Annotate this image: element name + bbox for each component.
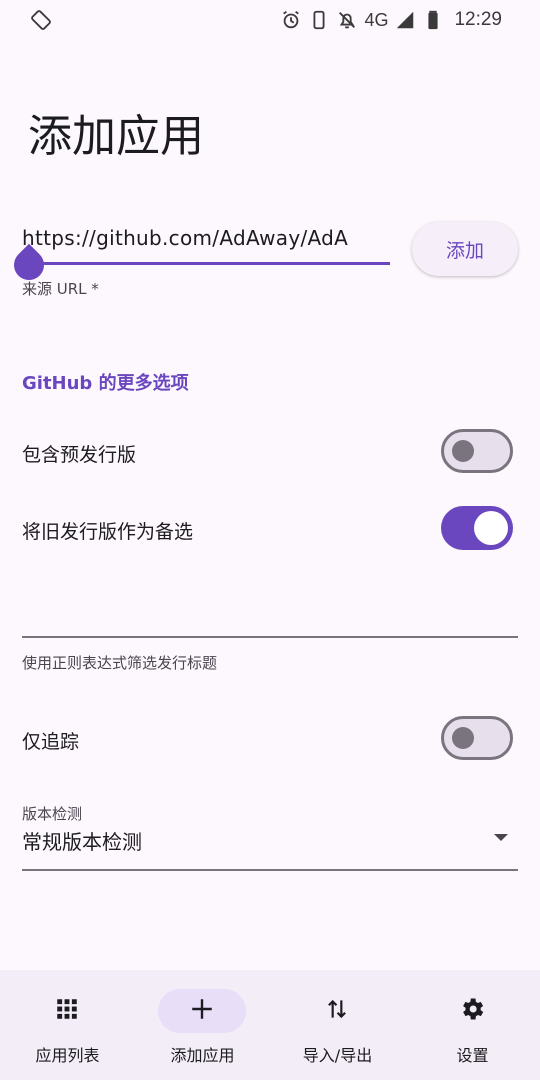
nav-label: 应用列表 xyxy=(35,1046,100,1065)
include-prereleases-switch[interactable] xyxy=(441,429,513,473)
include-prereleases-label: 包含预发行版 xyxy=(22,444,137,466)
nav-label: 设置 xyxy=(456,1046,489,1065)
fallback-older-label: 将旧发行版作为备选 xyxy=(22,521,194,543)
nav-label: 导入/导出 xyxy=(302,1046,373,1065)
phone-icon xyxy=(308,9,330,31)
settings-gear-icon xyxy=(458,995,486,1027)
nav-icon-container xyxy=(23,989,111,1033)
nav-icon-container xyxy=(293,989,381,1033)
import-export-icon xyxy=(324,996,350,1026)
switch-knob xyxy=(474,511,508,545)
network-type: 4G xyxy=(364,9,389,30)
track-only-switch[interactable] xyxy=(441,716,513,760)
track-only-label: 仅追踪 xyxy=(22,731,80,753)
version-detection-value[interactable]: 常规版本检测 xyxy=(22,826,142,855)
source-url-label: 来源 URL * xyxy=(22,280,99,298)
nav-item-settings[interactable]: 设置 xyxy=(405,970,540,1080)
signal-icon xyxy=(394,9,416,31)
add-icon xyxy=(189,996,215,1026)
dropdown-arrow-icon[interactable] xyxy=(494,834,508,841)
apps-grid-icon xyxy=(54,996,80,1026)
source-url-input[interactable] xyxy=(22,218,390,258)
bottom-navigation: 应用列表 添加应用 导入/导出 设置 xyxy=(0,970,540,1080)
page-title: 添加应用 xyxy=(28,111,204,162)
nav-label: 添加应用 xyxy=(170,1046,235,1065)
fallback-older-switch[interactable] xyxy=(441,506,513,550)
battery-icon xyxy=(422,9,444,31)
rotate-icon xyxy=(30,9,52,31)
nav-icon-container xyxy=(428,989,516,1033)
regex-filter-input[interactable] xyxy=(22,590,518,636)
nav-item-import-export[interactable]: 导入/导出 xyxy=(270,970,405,1080)
nav-icon-container xyxy=(158,989,246,1033)
add-button[interactable]: 添加 xyxy=(412,222,518,276)
dropdown-underline xyxy=(22,869,518,871)
switch-knob xyxy=(452,440,474,462)
source-url-field[interactable] xyxy=(7,218,390,287)
switch-knob xyxy=(452,727,474,749)
github-options-header: GitHub 的更多选项 xyxy=(22,373,189,394)
status-bar: 4G 12:29 xyxy=(0,0,540,40)
url-field-underline xyxy=(22,262,390,265)
nav-item-app-list[interactable]: 应用列表 xyxy=(0,970,135,1080)
clock: 12:29 xyxy=(454,9,502,30)
notifications-off-icon xyxy=(336,9,358,31)
nav-item-add-app[interactable]: 添加应用 xyxy=(135,970,270,1080)
regex-filter-label: 使用正则表达式筛选发行标题 xyxy=(22,654,218,672)
alarm-icon xyxy=(280,9,302,31)
regex-filter-underline xyxy=(22,636,518,638)
